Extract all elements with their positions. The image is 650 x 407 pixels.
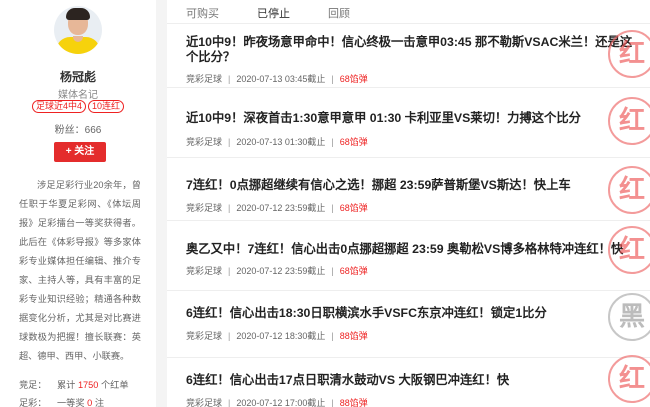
item-meta: 竞彩足球 | 2020-07-13 03:45截止 | 68馅弹 [186,72,368,85]
item-deadline: 2020-07-13 03:45截止 [236,74,326,84]
list-item[interactable]: 近10中9！昨夜场意甲命中！信心终极一击意甲03:45 那不勒斯VSAC米兰！还… [167,25,650,88]
item-meta: 竞彩足球 | 2020-07-12 17:00截止 | 88馅弹 [186,396,368,407]
item-category: 竞彩足球 [186,266,223,276]
item-price: 68馅弹 [339,203,368,213]
item-category: 竞彩足球 [186,398,223,407]
list-item[interactable]: 7连红！0点挪超继续有信心之选！挪超 23:59萨普斯堡VS斯达！快上车 竞彩足… [167,158,650,221]
item-price: 88馅弹 [339,398,368,407]
meta-divider: | [331,266,334,276]
item-price: 68馅弹 [339,74,368,84]
meta-divider: | [331,137,334,147]
meta-divider: | [228,398,231,407]
fans-label: 粉丝： [54,125,85,136]
item-price: 68馅弹 [339,137,368,147]
avatar-hair [66,8,90,20]
item-meta: 竞彩足球 | 2020-07-13 01:30截止 | 68馅弹 [186,135,368,148]
item-meta: 竞彩足球 | 2020-07-12 23:59截止 | 68馅弹 [186,264,368,277]
fans-count: 粉丝：666 [0,121,156,136]
item-category: 竞彩足球 [186,203,223,213]
meta-divider: | [228,331,231,341]
item-deadline: 2020-07-12 18:30截止 [236,331,326,341]
tab-available[interactable]: 可购买 [186,5,219,21]
item-meta: 竞彩足球 | 2020-07-12 23:59截止 | 68馅弹 [186,201,368,214]
win-stamp-icon: 红 [608,166,650,214]
item-title[interactable]: 6连红！信心出击17点日职清水鼓动VS 大阪钢巴冲连红！快 [186,373,509,388]
meta-divider: | [228,266,231,276]
recommendation-list-panel: 可购买 已停止 回顾 近10中9！昨夜场意甲命中！信心终极一击意甲03:45 那… [167,0,650,407]
item-deadline: 2020-07-13 01:30截止 [236,137,326,147]
item-price: 68馅弹 [339,266,368,276]
list-item[interactable]: 6连红！信心出击18:30日职横滨水手VSFC东京冲连红！锁定1比分 竞彩足球 |… [167,291,650,358]
item-category: 竞彩足球 [186,74,223,84]
stat-label: 足彩： [19,398,47,407]
item-category: 竞彩足球 [186,331,223,341]
item-title[interactable]: 近10中9！深夜首击1:30意甲意甲 01:30 卡利亚里VS莱切！力搏这个比分 [186,111,581,126]
list-item[interactable]: 奥乙又中！7连红！信心出击0点挪超挪超 23:59 奥勒松VS博多格林特冲连红！… [167,221,650,291]
list-item[interactable]: 近10中9！深夜首击1:30意甲意甲 01:30 卡利亚里VS莱切！力搏这个比分… [167,88,650,158]
item-title[interactable]: 近10中9！昨夜场意甲命中！信心终极一击意甲03:45 那不勒斯VSAC米兰！还… [186,35,636,65]
tab-review[interactable]: 回顾 [328,5,350,21]
list-item[interactable]: 6连红！信心出击17点日职清水鼓动VS 大阪钢巴冲连红！快 竞彩足球 | 2020-… [167,355,650,407]
stat-row-jingzu: 竞足： 累计 1750 个红单 [19,376,154,394]
stat-prefix: 累计 [57,380,76,390]
status-tabs: 可购买 已停止 回顾 [167,0,650,24]
stat-suffix: 注 [94,398,104,407]
item-title[interactable]: 7连红！0点挪超继续有信心之选！挪超 23:59萨普斯堡VS斯达！快上车 [186,178,571,193]
meta-divider: | [331,331,334,341]
item-category: 竞彩足球 [186,137,223,147]
record-badge: 足球近4中4 [31,100,86,113]
tab-stopped[interactable]: 已停止 [257,5,290,21]
fans-value: 666 [84,125,102,136]
win-stamp-icon: 红 [608,226,650,274]
expert-bio: 涉足足彩行业20余年，曾任职于华夏足彩网、《体坛周报》足彩擂台一等奖获得者。此后… [19,180,141,361]
follow-button[interactable]: + 关注 [54,142,106,162]
item-deadline: 2020-07-12 17:00截止 [236,398,326,407]
meta-divider: | [228,203,231,213]
stat-value: 1750 [77,380,99,390]
expert-name: 杨冠彪 [59,70,96,84]
item-deadline: 2020-07-12 23:59截止 [236,266,326,276]
meta-divider: | [331,398,334,407]
win-stamp-icon: 红 [608,30,650,78]
item-title[interactable]: 6连红！信心出击18:30日职横滨水手VSFC东京冲连红！锁定1比分 [186,306,547,321]
meta-divider: | [228,74,231,84]
item-meta: 竞彩足球 | 2020-07-12 18:30截止 | 88馅弹 [186,329,368,342]
stat-row-zucai: 足彩： 一等奖 0 注 [19,394,154,407]
win-stamp-icon: 红 [608,355,650,403]
item-price: 88馅弹 [339,331,368,341]
item-deadline: 2020-07-12 23:59截止 [236,203,326,213]
meta-divider: | [331,203,334,213]
badge-group: 足球近4中4 10连红 [0,100,156,113]
stat-label: 竞足： [19,380,47,390]
streak-badge: 10连红 [88,100,125,113]
avatar[interactable] [54,6,102,54]
stat-suffix: 个红单 [100,380,129,390]
stat-value: 0 [87,398,93,407]
expert-profile-card: 杨冠彪 媒体名记 足球近4中4 10连红 粉丝：666 + 关注 涉足足彩行业2… [0,0,156,407]
loss-stamp-icon: 黑 [608,293,650,341]
item-title[interactable]: 奥乙又中！7连红！信心出击0点挪超挪超 23:59 奥勒松VS博多格林特冲连红！… [186,242,623,257]
meta-divider: | [228,137,231,147]
meta-divider: | [331,74,334,84]
expert-stats: 竞足： 累计 1750 个红单 足彩： 一等奖 0 注 [19,376,154,407]
expert-role: 媒体名记 [58,90,98,101]
win-stamp-icon: 红 [608,97,650,145]
stat-prefix: 一等奖 [57,398,85,407]
